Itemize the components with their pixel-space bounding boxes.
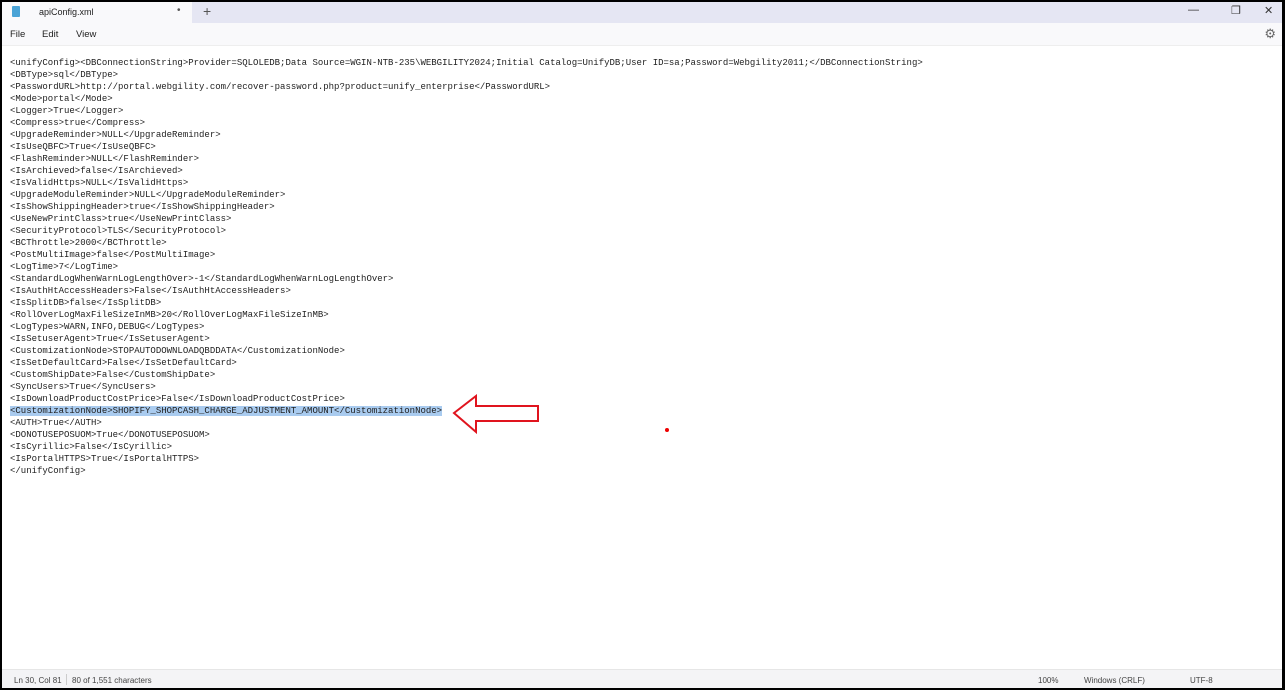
- editor-line[interactable]: <BCThrottle>2000</BCThrottle>: [10, 237, 923, 249]
- line-text: <IsUseQBFC>True</IsUseQBFC>: [10, 142, 156, 152]
- tab-apiconfig[interactable]: apiConfig.xml •: [2, 2, 192, 23]
- minimize-button[interactable]: —: [1188, 4, 1199, 16]
- editor-line[interactable]: <IsShowShippingHeader>true</IsShowShippi…: [10, 201, 923, 213]
- editor-line[interactable]: <IsValidHttps>NULL</IsValidHttps>: [10, 177, 923, 189]
- line-text: <unifyConfig><DBConnectionString>Provide…: [10, 58, 923, 68]
- editor-line[interactable]: <StandardLogWhenWarnLogLengthOver>-1</St…: [10, 273, 923, 285]
- editor-line[interactable]: <IsSetuserAgent>True</IsSetuserAgent>: [10, 333, 923, 345]
- title-bar: apiConfig.xml • + — ❐ ✕: [2, 2, 1282, 23]
- line-text: <DBType>sql</DBType>: [10, 70, 119, 80]
- line-text: <IsSetDefaultCard>False</IsSetDefaultCar…: [10, 358, 237, 368]
- line-text: <AUTH>True</AUTH>: [10, 418, 102, 428]
- line-text: <IsArchieved>false</IsArchieved>: [10, 166, 183, 176]
- line-text: </unifyConfig>: [10, 466, 86, 476]
- editor-line[interactable]: <LogTime>7</LogTime>: [10, 261, 923, 273]
- menu-bar: File Edit View ⚙: [2, 23, 1282, 45]
- editor-line[interactable]: <UseNewPrintClass>true</UseNewPrintClass…: [10, 213, 923, 225]
- menu-file[interactable]: File: [10, 29, 25, 40]
- line-text: <IsDownloadProductCostPrice>False</IsDow…: [10, 394, 345, 404]
- line-text: <Compress>true</Compress>: [10, 118, 146, 128]
- line-text: <BCThrottle>2000</BCThrottle>: [10, 238, 167, 248]
- line-text: <IsSplitDB>false</IsSplitDB>: [10, 298, 162, 308]
- red-arrow-annotation: [452, 394, 539, 435]
- menu-view[interactable]: View: [76, 29, 96, 40]
- close-button[interactable]: ✕: [1264, 4, 1273, 17]
- character-count: 80 of 1,551 characters: [72, 676, 152, 685]
- line-text: <Logger>True</Logger>: [10, 106, 124, 116]
- line-text: <UpgradeModuleReminder>NULL</UpgradeModu…: [10, 190, 286, 200]
- tab-title: apiConfig.xml: [39, 7, 94, 17]
- line-text: <IsCyrillic>False</IsCyrillic>: [10, 442, 173, 452]
- line-ending[interactable]: Windows (CRLF): [1084, 676, 1145, 685]
- status-bar: Ln 30, Col 81 80 of 1,551 characters 100…: [2, 669, 1282, 688]
- editor-line[interactable]: <LogTypes>WARN,INFO,DEBUG</LogTypes>: [10, 321, 923, 333]
- editor-line[interactable]: <SyncUsers>True</SyncUsers>: [10, 381, 923, 393]
- editor-line[interactable]: <Logger>True</Logger>: [10, 105, 923, 117]
- editor-line[interactable]: <IsUseQBFC>True</IsUseQBFC>: [10, 141, 923, 153]
- editor-line[interactable]: <IsSetDefaultCard>False</IsSetDefaultCar…: [10, 357, 923, 369]
- editor-line[interactable]: <PostMultiImage>false</PostMultiImage>: [10, 249, 923, 261]
- line-text: <UpgradeReminder>NULL</UpgradeReminder>: [10, 130, 221, 140]
- editor-line[interactable]: <IsCyrillic>False</IsCyrillic>: [10, 441, 923, 453]
- new-tab-button[interactable]: +: [203, 3, 211, 19]
- gear-icon[interactable]: ⚙: [1264, 26, 1276, 42]
- line-text: <SecurityProtocol>TLS</SecurityProtocol>: [10, 226, 227, 236]
- editor-line[interactable]: <PasswordURL>http://portal.webgility.com…: [10, 81, 923, 93]
- menu-edit[interactable]: Edit: [42, 29, 58, 40]
- line-text: <RollOverLogMaxFileSizeInMB>20</RollOver…: [10, 310, 329, 320]
- editor-line[interactable]: <unifyConfig><DBConnectionString>Provide…: [10, 57, 923, 69]
- editor-line[interactable]: <UpgradeModuleReminder>NULL</UpgradeModu…: [10, 189, 923, 201]
- line-text: <IsSetuserAgent>True</IsSetuserAgent>: [10, 334, 210, 344]
- zoom-level[interactable]: 100%: [1038, 676, 1058, 685]
- editor-line[interactable]: <IsPortalHTTPS>True</IsPortalHTTPS>: [10, 453, 923, 465]
- line-text: <StandardLogWhenWarnLogLengthOver>-1</St…: [10, 274, 394, 284]
- editor-line[interactable]: <Mode>portal</Mode>: [10, 93, 923, 105]
- line-text: <IsValidHttps>NULL</IsValidHttps>: [10, 178, 189, 188]
- line-text: <DONOTUSEPOSUOM>True</DONOTUSEPOSUOM>: [10, 430, 210, 440]
- line-text: <PostMultiImage>false</PostMultiImage>: [10, 250, 216, 260]
- text-editor[interactable]: <unifyConfig><DBConnectionString>Provide…: [2, 45, 1282, 670]
- line-text: <UseNewPrintClass>true</UseNewPrintClass…: [10, 214, 232, 224]
- editor-line[interactable]: <IsAuthHtAccessHeaders>False</IsAuthHtAc…: [10, 285, 923, 297]
- editor-line[interactable]: <Compress>true</Compress>: [10, 117, 923, 129]
- line-text: <Mode>portal</Mode>: [10, 94, 113, 104]
- line-text: <FlashReminder>NULL</FlashReminder>: [10, 154, 200, 164]
- line-text: <CustomizationNode>SHOPIFY_SHOPCASH_CHAR…: [10, 406, 443, 416]
- encoding[interactable]: UTF-8: [1190, 676, 1213, 685]
- maximize-button[interactable]: ❐: [1231, 4, 1241, 17]
- editor-line[interactable]: </unifyConfig>: [10, 465, 923, 477]
- line-text: <IsShowShippingHeader>true</IsShowShippi…: [10, 202, 275, 212]
- line-text: <IsAuthHtAccessHeaders>False</IsAuthHtAc…: [10, 286, 291, 296]
- editor-line[interactable]: <RollOverLogMaxFileSizeInMB>20</RollOver…: [10, 309, 923, 321]
- line-text: <LogTypes>WARN,INFO,DEBUG</LogTypes>: [10, 322, 205, 332]
- notepad-icon: [12, 6, 20, 17]
- cursor-position: Ln 30, Col 81: [14, 676, 62, 685]
- notepad-window: apiConfig.xml • + — ❐ ✕ File Edit View ⚙…: [2, 2, 1282, 688]
- editor-line[interactable]: <DBType>sql</DBType>: [10, 69, 923, 81]
- editor-line[interactable]: <CustomShipDate>False</CustomShipDate>: [10, 369, 923, 381]
- editor-line[interactable]: <FlashReminder>NULL</FlashReminder>: [10, 153, 923, 165]
- line-text: <CustomShipDate>False</CustomShipDate>: [10, 370, 216, 380]
- editor-line[interactable]: <CustomizationNode>STOPAUTODOWNLOADQBDDA…: [10, 345, 923, 357]
- editor-line[interactable]: <IsArchieved>false</IsArchieved>: [10, 165, 923, 177]
- line-text: <IsPortalHTTPS>True</IsPortalHTTPS>: [10, 454, 200, 464]
- editor-line[interactable]: <IsSplitDB>false</IsSplitDB>: [10, 297, 923, 309]
- red-dot-annotation: [665, 428, 669, 432]
- line-text: <PasswordURL>http://portal.webgility.com…: [10, 82, 551, 92]
- editor-line[interactable]: <SecurityProtocol>TLS</SecurityProtocol>: [10, 225, 923, 237]
- editor-line[interactable]: <UpgradeReminder>NULL</UpgradeReminder>: [10, 129, 923, 141]
- line-text: <LogTime>7</LogTime>: [10, 262, 119, 272]
- unsaved-dot-icon[interactable]: •: [177, 5, 181, 16]
- line-text: <CustomizationNode>STOPAUTODOWNLOADQBDDA…: [10, 346, 345, 356]
- line-text: <SyncUsers>True</SyncUsers>: [10, 382, 156, 392]
